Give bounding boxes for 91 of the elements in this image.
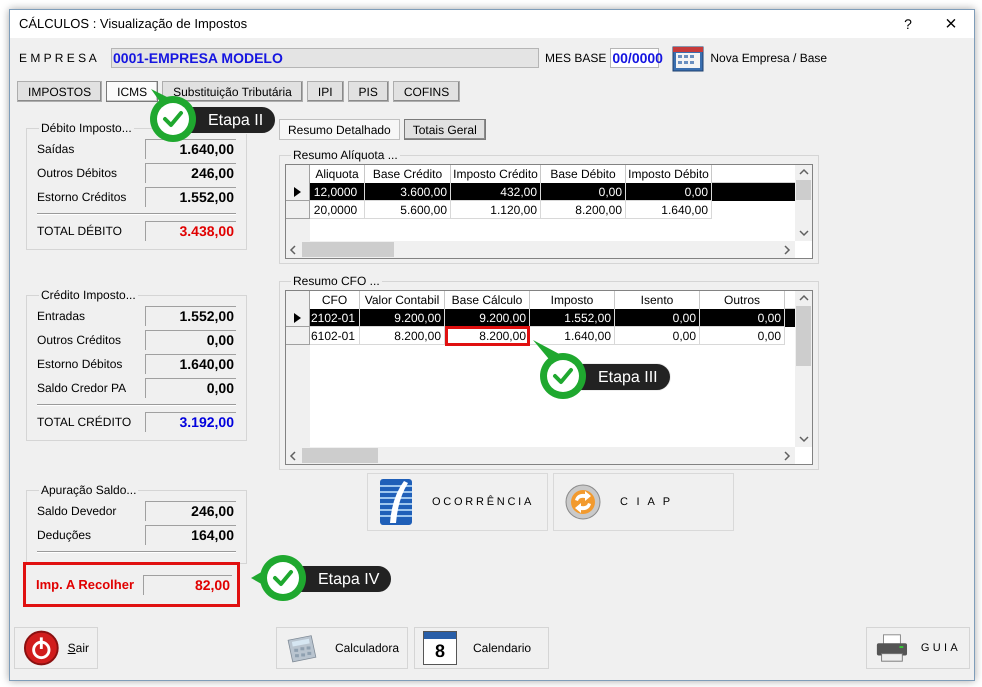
field-label: Entradas	[37, 308, 86, 325]
result-label: Imp. A Recolher	[36, 576, 134, 594]
tab[interactable]: ICMS	[106, 81, 158, 102]
value-field: 0,00	[145, 330, 236, 350]
footer-button[interactable]: Calculadora	[276, 627, 408, 669]
company-field[interactable]: 0001-EMPRESA MODELO	[111, 48, 539, 68]
table-cell: 0,00	[700, 327, 785, 345]
refresh-arrows-icon	[564, 483, 602, 521]
striped-emblem-icon	[378, 477, 414, 527]
vertical-scrollbar[interactable]	[795, 291, 812, 447]
footer-button[interactable]: Sair	[14, 627, 98, 669]
scroll-thumb[interactable]	[302, 448, 378, 463]
value-field: 3.438,00	[145, 221, 236, 241]
column-header[interactable]: CFO	[310, 291, 360, 309]
table-cell: 1.640,00	[626, 201, 712, 219]
table-cell: 20,0000	[310, 201, 365, 219]
period-label: MES BASE	[545, 50, 606, 67]
power-icon	[23, 629, 60, 667]
value-field: 1.552,00	[145, 187, 236, 207]
column-header[interactable]: Isento	[615, 291, 700, 309]
value-field: 3.192,00	[145, 412, 236, 432]
row-header[interactable]	[286, 183, 310, 201]
field-label: Saldo Credor PA	[37, 380, 126, 397]
column-header[interactable]: Base Cálculo	[445, 291, 530, 309]
table-cell: 8.200,00	[445, 326, 530, 346]
close-button[interactable]: ×	[928, 10, 974, 38]
column-header[interactable]: Aliquota	[310, 165, 365, 183]
vertical-scrollbar[interactable]	[795, 165, 812, 241]
group-title: Apuração Saldo...	[40, 482, 138, 499]
value-field: 1.552,00	[145, 306, 236, 326]
tab[interactable]: PIS	[348, 81, 389, 102]
value-field: 246,00	[145, 501, 236, 521]
calendar-day: 8	[424, 639, 456, 664]
new-company-button[interactable]: Nova Empresa / Base	[671, 43, 828, 73]
group-title: Débito Imposto...	[40, 120, 133, 137]
field-label: Outros Créditos	[37, 332, 122, 349]
action-button[interactable]: C I A P	[553, 473, 734, 531]
footer-button[interactable]: GUIA	[866, 627, 970, 669]
column-header[interactable]: Valor Contabil	[360, 291, 445, 309]
table-cell: 0,00	[615, 327, 700, 345]
row-header	[286, 291, 310, 309]
horizontal-scrollbar[interactable]	[286, 241, 795, 258]
tab[interactable]: IMPOSTOS	[17, 81, 102, 102]
field-label: Deduções	[37, 527, 92, 544]
tab[interactable]: Substituição Tributária	[162, 81, 303, 102]
subtab[interactable]: Resumo Detalhado	[279, 119, 400, 140]
column-header[interactable]: Imposto	[530, 291, 615, 309]
group-title: Resumo Alíquota ...	[292, 147, 399, 164]
total-label: TOTAL DÉBITO	[37, 223, 122, 240]
column-header[interactable]: Imposto Débito	[626, 165, 712, 183]
tab[interactable]: IPI	[306, 81, 344, 102]
value-field: 1.640,00	[145, 139, 236, 159]
table-cell: 6102-01	[310, 327, 360, 345]
row-pointer-icon	[294, 312, 301, 322]
field-label: Estorno Débitos	[37, 356, 122, 373]
tab[interactable]: COFINS	[392, 81, 460, 102]
subtab[interactable]: Totais Geral	[404, 119, 486, 140]
value-field: 164,00	[145, 525, 236, 545]
row-pointer-icon	[294, 186, 301, 196]
table-cell: 5.600,00	[365, 201, 451, 219]
row-header[interactable]	[286, 309, 310, 327]
column-header[interactable]: Outros	[700, 291, 785, 309]
scroll-thumb[interactable]	[796, 180, 811, 200]
action-button[interactable]: OCORRÊNCIA	[367, 473, 548, 531]
total-label: TOTAL CRÉDITO	[37, 414, 132, 431]
printer-icon	[875, 632, 909, 664]
value-field: 0,00	[145, 378, 236, 398]
table-row[interactable]: 2102-01 9.200,00 9.200,00 1.552,00 0,00 0,00	[310, 309, 795, 327]
value-field: 82,00	[143, 574, 232, 594]
scroll-thumb[interactable]	[796, 306, 811, 366]
group-title: Crédito Imposto...	[40, 287, 137, 304]
help-button[interactable]: ?	[888, 10, 928, 38]
table-cell: 8.200,00	[541, 201, 626, 219]
field-label: Estorno Créditos	[37, 189, 126, 206]
value-field: 1.640,00	[145, 354, 236, 374]
column-header[interactable]: Base Crédito	[365, 165, 451, 183]
group-title: Resumo CFO ...	[292, 273, 381, 290]
horizontal-scrollbar[interactable]	[286, 447, 795, 464]
scroll-thumb[interactable]	[302, 242, 394, 257]
company-label: E M P R E S A	[19, 50, 98, 67]
field-label: Saldo Devedor	[37, 503, 116, 520]
field-label: Outros Débitos	[37, 165, 118, 182]
field-label: Saídas	[37, 141, 74, 158]
footer-button[interactable]: 8 Calendario	[414, 627, 549, 669]
column-header[interactable]: Imposto Crédito	[451, 165, 541, 183]
value-field: 246,00	[145, 163, 236, 183]
window-title: CÁLCULOS : Visualização de Impostos	[19, 15, 248, 34]
table-cell: 1.120,00	[451, 201, 541, 219]
column-header[interactable]: Base Débito	[541, 165, 626, 183]
table-row[interactable]: 12,0000 3.600,00 432,00 0,00 0,00	[310, 183, 795, 201]
row-header	[286, 165, 310, 183]
